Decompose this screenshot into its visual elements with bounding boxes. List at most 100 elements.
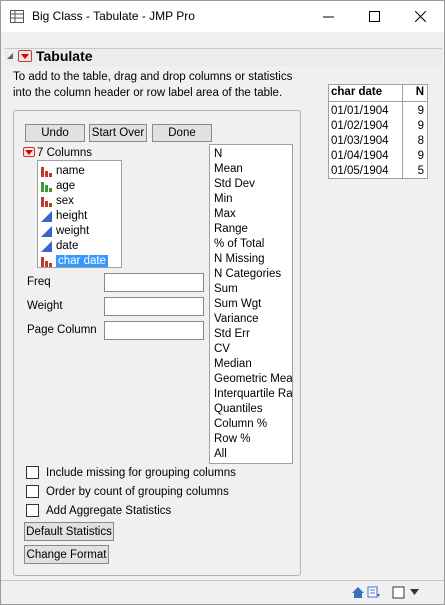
tabulate-window: Big Class - Tabulate - JMP Pro Tabulate …: [0, 0, 445, 605]
stat-item-std-err[interactable]: Std Err: [214, 328, 250, 343]
stat-item-geometric-mean[interactable]: Geometric Mea: [214, 373, 292, 388]
minimize-icon: [322, 16, 334, 18]
stat-item-variance[interactable]: Variance: [214, 313, 259, 328]
row-label: 01/03/1904: [331, 135, 389, 147]
column-list[interactable]: name age sex height weight date char dat…: [37, 160, 122, 268]
stat-item-interquartile-range[interactable]: Interquartile Ra: [214, 388, 292, 403]
column-label: height: [56, 209, 88, 222]
row-label: 01/01/1904: [331, 105, 389, 117]
stat-item-range[interactable]: Range: [214, 223, 248, 238]
order-by-count-checkbox[interactable]: [26, 485, 39, 498]
nominal-icon: [41, 166, 52, 177]
header-n[interactable]: N: [416, 86, 424, 98]
close-icon: [414, 11, 426, 22]
continuous-icon: [41, 210, 52, 222]
row-value: 9: [417, 120, 424, 132]
maximize-button[interactable]: [351, 1, 397, 32]
columns-red-triangle-icon[interactable]: [23, 147, 35, 157]
status-bar: [1, 580, 444, 604]
title-bar[interactable]: Big Class - Tabulate - JMP Pro: [1, 1, 444, 32]
column-label: name: [56, 164, 85, 177]
change-format-button[interactable]: Change Format: [24, 545, 109, 564]
stat-item-quantiles[interactable]: Quantiles: [214, 403, 263, 418]
stat-item-max[interactable]: Max: [214, 208, 236, 223]
table-row: 01/03/1904 8: [329, 134, 427, 149]
outline-title: Tabulate: [36, 48, 93, 64]
include-missing-label: Include missing for grouping columns: [46, 466, 236, 479]
table-row: 01/01/1904 9: [329, 104, 427, 119]
freq-label: Freq: [27, 276, 51, 288]
add-aggregate-label: Add Aggregate Statistics: [46, 504, 172, 517]
statistics-list[interactable]: N Mean Std Dev Min Max Range % of Total …: [209, 144, 293, 464]
row-value: 5: [417, 165, 424, 177]
disclosure-icon[interactable]: [5, 51, 15, 61]
data-table-icon: [10, 10, 24, 23]
home-icon[interactable]: [351, 586, 365, 599]
stat-item-median[interactable]: Median: [214, 358, 252, 373]
table-row: 01/05/1904 5: [329, 164, 427, 179]
column-label: weight: [56, 224, 90, 237]
window-title: Big Class - Tabulate - JMP Pro: [32, 9, 195, 23]
stat-item-row-pct[interactable]: Row %: [214, 433, 250, 448]
maximize-icon: [368, 11, 380, 22]
include-missing-checkbox[interactable]: [26, 466, 39, 479]
close-button[interactable]: [397, 1, 443, 32]
list-item[interactable]: char date: [39, 253, 120, 268]
list-item[interactable]: sex: [39, 193, 120, 208]
row-value: 9: [417, 150, 424, 162]
stat-item-n-categories[interactable]: N Categories: [214, 268, 281, 283]
window-list-icon[interactable]: [367, 586, 381, 599]
page-column-label: Page Column: [27, 324, 97, 336]
stat-item-cv[interactable]: CV: [214, 343, 230, 358]
layout-icon[interactable]: [392, 586, 406, 599]
tabulate-table: char date N 01/01/1904 9 01/02/1904 9 01…: [328, 84, 428, 179]
nominal-icon: [41, 196, 52, 207]
stat-item-all[interactable]: All: [214, 448, 227, 463]
nominal-icon: [41, 256, 52, 267]
start-over-button[interactable]: Start Over: [89, 124, 147, 142]
instructions-text: To add to the table, drag and drop colum…: [13, 71, 293, 99]
add-aggregate-checkbox[interactable]: [26, 504, 39, 517]
list-item[interactable]: date: [39, 238, 120, 253]
row-value: 8: [417, 135, 424, 147]
order-by-count-label: Order by count of grouping columns: [46, 485, 229, 498]
default-statistics-button[interactable]: Default Statistics: [24, 522, 114, 541]
stat-item-mean[interactable]: Mean: [214, 163, 243, 178]
weight-label: Weight: [27, 300, 63, 312]
table-row: 01/02/1904 9: [329, 119, 427, 134]
continuous-icon: [41, 225, 52, 237]
continuous-icon: [41, 240, 52, 252]
row-label: 01/02/1904: [331, 120, 389, 132]
column-label: sex: [56, 194, 74, 207]
tabulate-red-triangle-icon[interactable]: [18, 50, 32, 62]
weight-drop-zone[interactable]: [104, 297, 204, 316]
done-button[interactable]: Done: [152, 124, 212, 142]
column-label: age: [56, 179, 76, 192]
list-item[interactable]: name: [39, 163, 120, 178]
list-item[interactable]: weight: [39, 223, 120, 238]
add-aggregate-option[interactable]: Add Aggregate Statistics: [26, 504, 171, 517]
stat-item-pct-total[interactable]: % of Total: [214, 238, 264, 253]
stat-item-sum[interactable]: Sum: [214, 283, 238, 298]
stat-item-min[interactable]: Min: [214, 193, 233, 208]
row-value: 9: [417, 105, 424, 117]
columns-header: 7 Columns: [37, 147, 92, 159]
stat-item-n[interactable]: N: [214, 148, 222, 163]
list-item[interactable]: height: [39, 208, 120, 223]
freq-drop-zone[interactable]: [104, 273, 204, 292]
stat-item-n-missing[interactable]: N Missing: [214, 253, 264, 268]
order-by-count-option[interactable]: Order by count of grouping columns: [26, 485, 229, 498]
page-column-drop-zone[interactable]: [104, 321, 204, 340]
stat-item-sum-wgt[interactable]: Sum Wgt: [214, 298, 261, 313]
list-item[interactable]: age: [39, 178, 120, 193]
ordinal-icon: [41, 181, 52, 192]
undo-button[interactable]: Undo: [25, 124, 85, 142]
stat-item-std-dev[interactable]: Std Dev: [214, 178, 255, 193]
column-label: char date: [56, 254, 108, 267]
table-header[interactable]: char date N: [329, 85, 427, 102]
header-char-date[interactable]: char date: [331, 86, 382, 98]
stat-item-column-pct[interactable]: Column %: [214, 418, 267, 433]
minimize-button[interactable]: [305, 1, 351, 32]
include-missing-option[interactable]: Include missing for grouping columns: [26, 466, 236, 479]
chevron-down-icon[interactable]: [410, 589, 419, 595]
